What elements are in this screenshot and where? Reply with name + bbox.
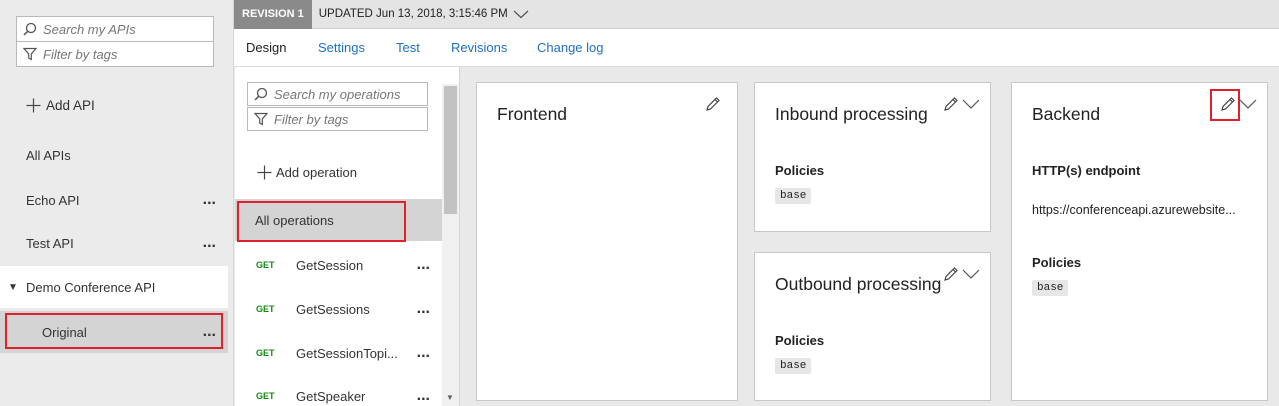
api-search-input[interactable]: Search my APIs [16, 16, 214, 42]
api-item-label: Echo API [26, 192, 80, 208]
api-item-demo-conference-api[interactable]: ▼ Demo Conference API [0, 266, 228, 308]
frontend-title: Frontend [497, 104, 568, 124]
plus-icon [257, 165, 272, 180]
revision-badge: REVISION 1 [234, 0, 312, 29]
backend-tools [1220, 96, 1257, 115]
http-method-badge: GET [256, 348, 275, 358]
operations-panel: Search my operations Filter by tags Add … [235, 67, 460, 406]
plus-icon [26, 98, 41, 113]
frontend-tools [705, 96, 721, 115]
operation-filter-placeholder: Filter by tags [274, 111, 349, 127]
tab-test[interactable]: Test [396, 40, 420, 55]
search-icon [23, 22, 37, 36]
more-options-icon[interactable]: ... [203, 323, 216, 341]
operation-item-getsession[interactable]: GET GetSession ... [235, 244, 442, 286]
api-item-label: All APIs [26, 147, 71, 163]
chevron-down-icon[interactable] [1239, 98, 1257, 113]
operation-item-getsessions[interactable]: GET GetSessions ... [235, 288, 442, 330]
outbound-policy-base[interactable]: base [775, 358, 812, 374]
tab-bar: Design Settings Test Revisions Change lo… [234, 29, 1279, 70]
add-api-button[interactable]: Add API [26, 98, 95, 113]
operation-name: GetSessions [296, 301, 370, 317]
scroll-down-icon[interactable]: ▼ [446, 393, 454, 402]
tab-settings[interactable]: Settings [318, 40, 365, 55]
add-api-label: Add API [46, 98, 95, 113]
add-operation-label: Add operation [276, 165, 357, 180]
outbound-title: Outbound processing [775, 274, 942, 294]
revision-updated-text: UPDATED Jun 13, 2018, 3:15:46 PM [318, 8, 508, 20]
filter-icon [254, 112, 268, 126]
chevron-down-icon[interactable] [513, 7, 529, 22]
api-item-label: Original [42, 324, 87, 340]
pencil-icon[interactable] [943, 266, 959, 285]
api-item-test-api[interactable]: Test API ... [0, 222, 228, 264]
api-filter-placeholder: Filter by tags [43, 46, 118, 62]
operation-item-getspeaker[interactable]: GET GetSpeaker ... [235, 375, 442, 406]
inbound-title: Inbound processing [775, 104, 928, 124]
api-search-placeholder: Search my APIs [43, 21, 136, 37]
more-options-icon[interactable]: ... [417, 344, 430, 362]
inbound-processing-card: Inbound processing Policies base [754, 82, 991, 232]
tab-revisions[interactable]: Revisions [451, 40, 507, 55]
operation-name: GetSpeaker [296, 388, 366, 404]
http-method-badge: GET [256, 304, 275, 314]
backend-card: Backend HTTP(s) endpoint https://confere… [1011, 82, 1268, 401]
operation-name: GetSession [296, 257, 364, 273]
more-options-icon[interactable]: ... [417, 387, 430, 405]
outbound-processing-card: Outbound processing Policies base [754, 252, 991, 401]
more-options-icon[interactable]: ... [203, 234, 216, 252]
inbound-tools [943, 96, 980, 115]
backend-endpoint-url: https://conferenceapi.azurewebsite... [1032, 203, 1236, 217]
inbound-policy-base[interactable]: base [775, 188, 812, 204]
operations-scrollbar[interactable]: ▼ [442, 84, 459, 406]
api-item-label: Test API [26, 235, 74, 251]
api-revision-original[interactable]: Original ... [0, 311, 228, 353]
pencil-icon[interactable] [943, 96, 959, 115]
operation-filter-input[interactable]: Filter by tags [247, 107, 428, 131]
api-filter-input[interactable]: Filter by tags [16, 41, 214, 67]
backend-endpoint-label: HTTP(s) endpoint [1032, 163, 1141, 178]
more-options-icon[interactable]: ... [417, 256, 430, 274]
filter-icon [23, 47, 37, 61]
all-operations-label: All operations [255, 212, 334, 228]
backend-policies-label: Policies [1032, 255, 1082, 270]
add-operation-button[interactable]: Add operation [257, 165, 357, 180]
caret-down-icon[interactable]: ▼ [8, 282, 18, 293]
pencil-icon[interactable] [1220, 96, 1236, 115]
operation-item-getsessiontopics[interactable]: GET GetSessionTopi... ... [235, 332, 442, 374]
revision-bar: REVISION 1 UPDATED Jun 13, 2018, 3:15:46… [234, 0, 1279, 29]
inbound-policies-label: Policies [775, 163, 825, 178]
all-operations-item[interactable]: All operations [235, 199, 442, 241]
operation-search-placeholder: Search my operations [274, 86, 401, 102]
operation-search-input[interactable]: Search my operations [247, 82, 428, 106]
search-icon [254, 87, 268, 101]
chevron-down-icon[interactable] [962, 268, 980, 283]
more-options-icon[interactable]: ... [203, 191, 216, 209]
backend-policy-base[interactable]: base [1032, 280, 1069, 296]
pencil-icon[interactable] [705, 96, 721, 115]
outbound-tools [943, 266, 980, 285]
http-method-badge: GET [256, 391, 275, 401]
http-method-badge: GET [256, 260, 275, 270]
api-list-panel: Search my APIs Filter by tags Add API Al… [0, 0, 234, 406]
frontend-card: Frontend [476, 82, 738, 401]
tab-change-log[interactable]: Change log [537, 40, 604, 55]
api-item-label: Demo Conference API [26, 279, 156, 295]
backend-title: Backend [1032, 104, 1101, 124]
chevron-down-icon[interactable] [962, 98, 980, 113]
api-item-all-apis[interactable]: All APIs [0, 134, 228, 176]
api-item-echo-api[interactable]: Echo API ... [0, 179, 228, 221]
more-options-icon[interactable]: ... [417, 300, 430, 318]
outbound-policies-label: Policies [775, 333, 825, 348]
scrollbar-thumb[interactable] [444, 86, 457, 214]
operation-name: GetSessionTopi... [296, 345, 398, 361]
tab-design[interactable]: Design [241, 40, 291, 70]
